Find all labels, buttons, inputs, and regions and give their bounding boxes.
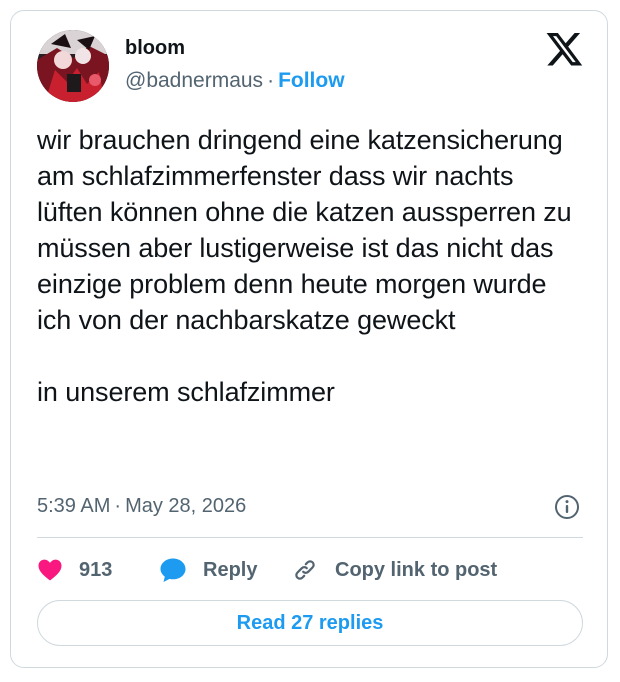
copy-link-button[interactable]: Copy link to post (291, 552, 497, 588)
reply-button[interactable]: Reply (159, 552, 257, 588)
timestamp[interactable]: 5:39 AM · May 28, 2026 (37, 495, 246, 518)
heart-icon (38, 559, 62, 581)
handle-row: @badnermaus · Follow (125, 69, 345, 93)
like-count: 913 (79, 558, 113, 581)
x-logo-icon[interactable] (546, 33, 584, 67)
reply-bubble-icon (160, 558, 186, 582)
like-button[interactable]: 913 (37, 552, 112, 588)
divider (37, 537, 583, 538)
user-handle[interactable]: @badnermaus (125, 69, 263, 92)
avatar[interactable] (37, 30, 109, 102)
follow-button[interactable]: Follow (278, 69, 345, 92)
separator-dot: · (114, 495, 122, 517)
action-bar: 913 Reply Copy link to post (37, 552, 583, 588)
display-name[interactable]: bloom (125, 37, 185, 60)
tweet-date: May 28, 2026 (125, 495, 247, 517)
separator-dot: · (267, 69, 275, 92)
tweet-card: bloom @badnermaus · Follow wir brauchen dr… (10, 10, 608, 668)
read-replies-button[interactable]: Read 27 replies (37, 600, 583, 646)
tweet-time: 5:39 AM (37, 495, 111, 517)
tweet-text: wir brauchen dringend eine katzensicheru… (37, 125, 572, 407)
reply-label: Reply (203, 558, 258, 581)
info-icon[interactable] (554, 494, 580, 520)
avatar-image (37, 30, 109, 102)
link-icon (295, 560, 315, 580)
copy-link-label: Copy link to post (335, 558, 498, 581)
